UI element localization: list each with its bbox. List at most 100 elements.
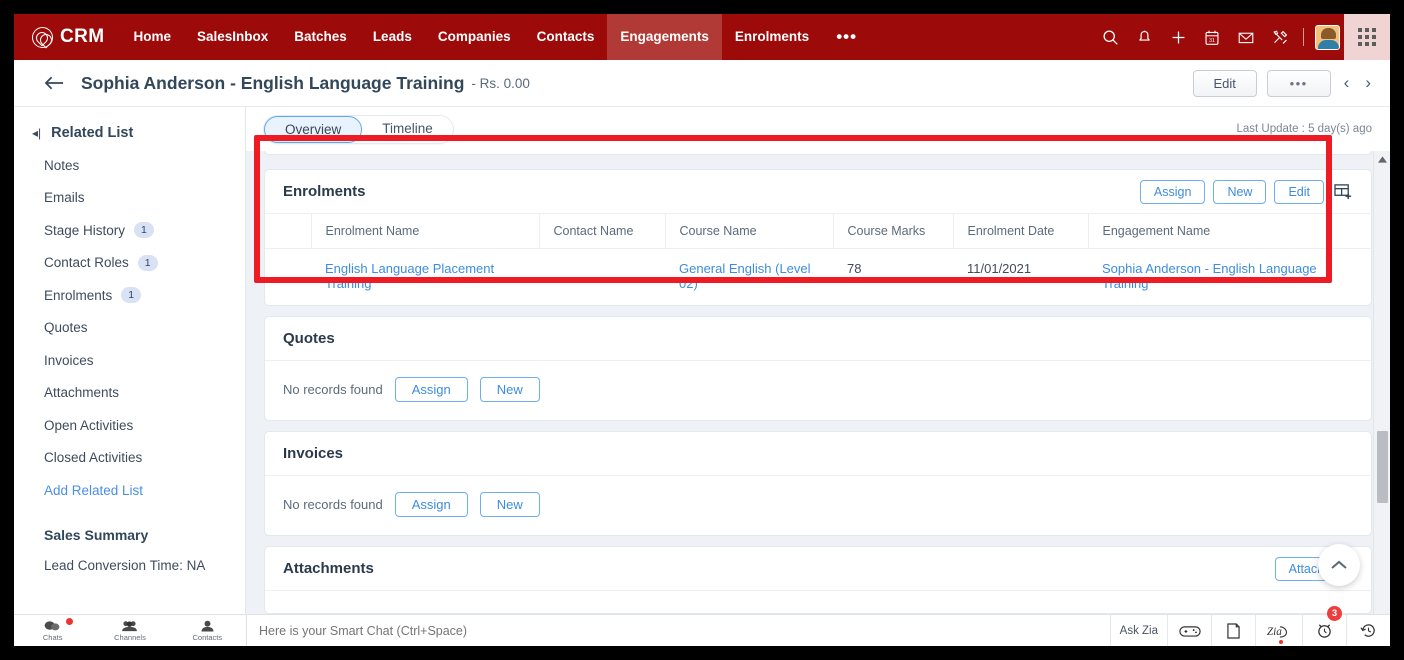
enrolment-name-link[interactable]: English Language Placement Training — [325, 261, 494, 291]
nav-item-salesinbox[interactable]: SalesInbox — [184, 14, 281, 60]
apps-grid-icon[interactable] — [1344, 14, 1390, 60]
alarm-clock-icon[interactable]: 3 — [1302, 605, 1346, 646]
engagement-name-link[interactable]: Sophia Anderson - English Language Train… — [1102, 261, 1317, 291]
chevron-right-icon[interactable]: › — [1362, 73, 1374, 93]
bottom-tool-contacts[interactable]: Contacts — [169, 615, 246, 647]
quotes-title: Quotes — [283, 330, 335, 347]
invoices-title: Invoices — [283, 445, 344, 462]
column-enrolment-date[interactable]: Enrolment Date — [952, 214, 1088, 249]
plus-icon[interactable] — [1161, 14, 1195, 60]
attachments-card-header: Attachments Attach ▼ — [265, 547, 1371, 591]
app-logo[interactable]: CRM — [14, 26, 120, 48]
back-arrow-icon[interactable] — [44, 75, 65, 91]
content-area: Overview Timeline Last Update : 5 day(s)… — [246, 107, 1390, 646]
enrolments-card-header: Enrolments Assign New Edit — [265, 170, 1371, 214]
gamepad-icon[interactable] — [1167, 614, 1211, 646]
tab-overview[interactable]: Overview — [264, 115, 363, 143]
sidebar-item-notes[interactable]: Notes — [14, 149, 245, 182]
cell-course-name: General English (Level 02) — [665, 249, 833, 306]
enrolments-new-button[interactable]: New — [1213, 179, 1267, 204]
sidebar-item-closed-activities[interactable]: Closed Activities — [14, 442, 245, 475]
sidebar-item-emails[interactable]: Emails — [14, 182, 245, 215]
sidebar-item-label: Attachments — [44, 385, 120, 401]
sidebar-item-label: Closed Activities — [44, 450, 143, 466]
bell-icon[interactable] — [1127, 14, 1161, 60]
search-icon[interactable] — [1093, 14, 1127, 60]
nav-item-contacts[interactable]: Contacts — [524, 14, 608, 60]
quotes-empty-state: No records found Assign New — [265, 361, 1371, 420]
sidebar-item-invoices[interactable]: Invoices — [14, 344, 245, 377]
quotes-card-header: Quotes — [265, 317, 1371, 361]
notes-icon[interactable] — [1211, 614, 1255, 646]
sidebar-item-label: Quotes — [44, 320, 88, 336]
quotes-assign-button[interactable]: Assign — [394, 377, 468, 402]
invoices-assign-button[interactable]: Assign — [394, 492, 468, 517]
sidebar-item-enrolments[interactable]: Enrolments 1 — [14, 279, 245, 312]
tab-timeline[interactable]: Timeline — [362, 116, 453, 143]
bottom-tool-chats[interactable]: Chats — [14, 615, 91, 647]
enrolments-edit-button[interactable]: Edit — [1274, 179, 1324, 204]
vertical-scrollbar[interactable] — [1373, 151, 1390, 646]
column-contact-name[interactable]: Contact Name — [538, 214, 665, 249]
page-title: Sophia Anderson - English Language Train… — [81, 72, 465, 93]
smart-chat-input-wrap[interactable] — [246, 614, 1110, 646]
invoices-new-button[interactable]: New — [479, 492, 540, 517]
chevron-left-icon[interactable]: ‹ — [1341, 73, 1353, 93]
history-clock-icon[interactable] — [1346, 614, 1390, 646]
add-related-list-link[interactable]: Add Related List — [14, 474, 245, 507]
nav-item-enrolments[interactable]: Enrolments — [722, 14, 822, 60]
ask-zia-button[interactable]: Ask Zia — [1109, 614, 1167, 646]
calendar-icon[interactable]: 31 — [1195, 14, 1229, 60]
invoices-card-header: Invoices — [265, 432, 1371, 476]
column-engagement-name[interactable]: Engagement Name — [1087, 214, 1371, 249]
related-lists-scroll[interactable]: Enrolments Assign New Edit Enrolment Nam… — [246, 151, 1390, 646]
column-enrolment-name[interactable]: Enrolment Name — [310, 214, 539, 249]
quotes-card: Quotes No records found Assign New — [264, 316, 1372, 421]
row-spacer — [265, 249, 311, 306]
add-column-icon[interactable] — [1332, 183, 1353, 200]
nav-item-batches[interactable]: Batches — [281, 14, 360, 60]
nav-item-home[interactable]: Home — [120, 14, 184, 60]
sidebar-item-quotes[interactable]: Quotes — [14, 312, 245, 345]
avatar[interactable] — [1310, 14, 1344, 60]
sidebar-item-badge: 1 — [137, 254, 158, 271]
edit-button[interactable]: Edit — [1192, 69, 1257, 97]
sidebar-item-contact-roles[interactable]: Contact Roles 1 — [14, 247, 245, 280]
scrollbar-thumb[interactable] — [1377, 431, 1388, 503]
attachments-title: Attachments — [283, 560, 374, 577]
table-header-row: Enrolment Name Contact Name Course Name … — [265, 214, 1371, 249]
smart-chat-input[interactable] — [259, 623, 1110, 638]
scroll-to-top-icon[interactable] — [1318, 544, 1360, 586]
table-header-spacer — [265, 214, 311, 249]
bottom-bar-right: Ask Zia Zia 3 — [1109, 605, 1390, 646]
record-actions: Edit ••• ‹ › — [1192, 69, 1374, 97]
cell-engagement-name: Sophia Anderson - English Language Train… — [1088, 249, 1371, 306]
zia-icon[interactable]: Zia — [1255, 614, 1302, 646]
nav-more-button[interactable]: ••• — [822, 14, 871, 60]
column-course-name[interactable]: Course Name — [664, 214, 833, 249]
nav-item-leads[interactable]: Leads — [360, 14, 425, 60]
enrolments-assign-button[interactable]: Assign — [1139, 179, 1206, 204]
nav-item-companies[interactable]: Companies — [425, 14, 524, 60]
sidebar-item-attachments[interactable]: Attachments — [14, 377, 245, 410]
zoho-crm-logo-icon — [32, 26, 53, 48]
top-nav-actions: 31 — [1093, 14, 1390, 60]
panel-collapse-icon[interactable]: ◂| — [32, 126, 41, 140]
sidebar-item-open-activities[interactable]: Open Activities — [14, 409, 245, 442]
app-window: CRM Home SalesInbox Batches Leads Compan… — [14, 14, 1390, 646]
tools-icon[interactable] — [1263, 14, 1297, 60]
sidebar-item-stage-history[interactable]: Stage History 1 — [14, 214, 245, 247]
scrollbar-up-arrow-icon[interactable] — [1374, 151, 1390, 168]
cell-course-marks: 78 — [847, 261, 862, 276]
column-course-marks[interactable]: Course Marks — [832, 214, 953, 249]
quotes-new-button[interactable]: New — [479, 377, 540, 402]
bottom-bar: Chats Channels Contacts Ask Zia — [14, 605, 1390, 647]
course-name-link[interactable]: General English (Level 02) — [679, 261, 811, 291]
more-actions-button[interactable]: ••• — [1266, 69, 1331, 97]
envelope-icon[interactable] — [1229, 14, 1263, 60]
bottom-tool-channels[interactable]: Channels — [91, 615, 168, 647]
nav-item-engagements[interactable]: Engagements — [607, 14, 722, 60]
sidebar-item-badge: 1 — [134, 222, 154, 239]
table-row[interactable]: English Language Placement Training Gene… — [265, 249, 1371, 306]
sidebar-item-label: Contact Roles — [44, 255, 129, 271]
